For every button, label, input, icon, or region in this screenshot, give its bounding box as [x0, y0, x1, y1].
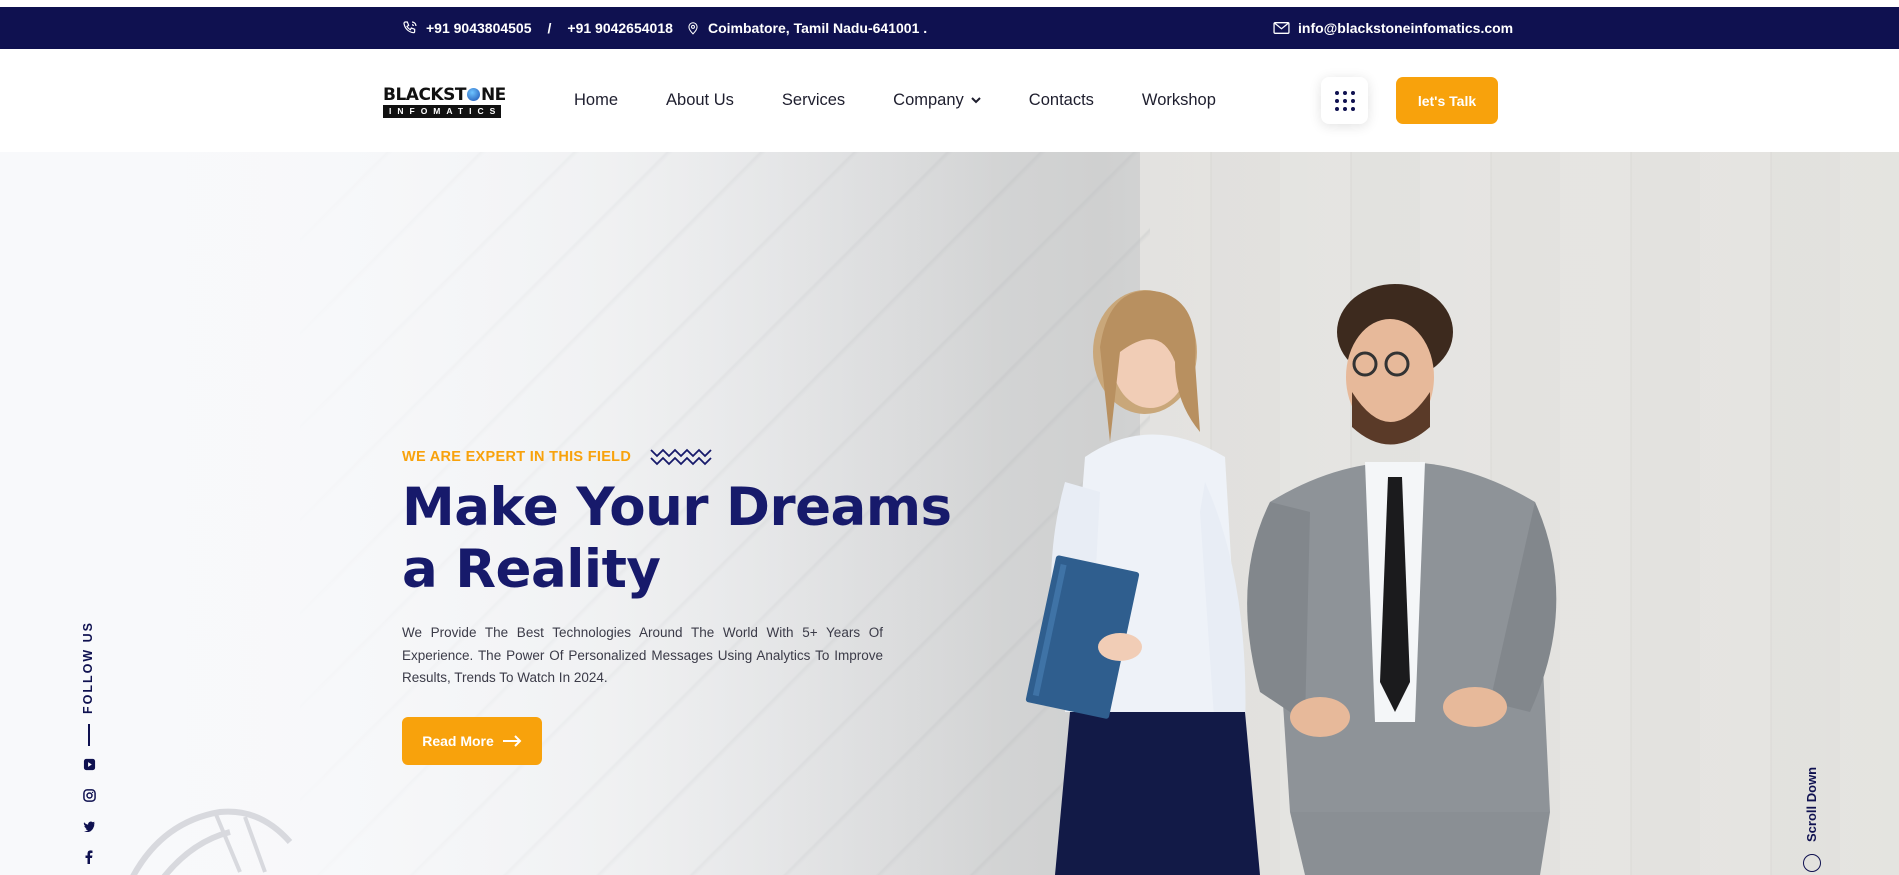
follow-divider [88, 724, 90, 746]
location-icon [688, 22, 698, 35]
woman-figure [1025, 290, 1260, 875]
scroll-down-label: Scroll Down [1804, 766, 1819, 842]
hero-kicker: WE ARE EXPERT IN THIS FIELD [402, 449, 632, 465]
top-strip [0, 0, 1899, 7]
hero-description: We Provide The Best Technologies Around … [402, 625, 883, 685]
address-text: Coimbatore, Tamil Nadu-641001 . [708, 20, 928, 36]
decorative-shape [130, 808, 293, 875]
nav-workshop[interactable]: Workshop [1142, 91, 1216, 110]
man-figure [1247, 284, 1557, 875]
logo-text-part-2: NE [480, 85, 506, 105]
nav-company-label: Company [893, 91, 964, 109]
youtube-icon[interactable] [81, 756, 97, 772]
arrow-right-icon [502, 735, 522, 747]
phone-number-1[interactable]: +91 9043804505 [426, 20, 532, 36]
nav-home[interactable]: Home [574, 91, 618, 110]
nav-about-us[interactable]: About Us [666, 91, 734, 110]
nav-company[interactable]: Company [893, 91, 981, 110]
read-more-button[interactable]: Read More [402, 717, 542, 765]
top-contact-bar: +91 9043804505 / +91 9042654018 Coimbato… [0, 7, 1899, 49]
hero-section: FOLLOW US WE ARE EXPERT IN THIS FIELD Ma… [0, 152, 1899, 875]
hero-people-image [1025, 284, 1557, 875]
phone-contact: +91 9043804505 / +91 9042654018 [402, 7, 673, 49]
zigzag-decoration-icon [650, 448, 712, 466]
read-more-label: Read More [422, 733, 494, 749]
mail-icon [1273, 22, 1290, 34]
hero-headline-line-1: Make Your Dreams [402, 477, 952, 538]
follow-us-label: FOLLOW US [81, 621, 95, 714]
lets-talk-button[interactable]: let's Talk [1396, 77, 1498, 124]
phone-icon [403, 21, 417, 34]
address-contact: Coimbatore, Tamil Nadu-641001 . [686, 7, 927, 49]
scroll-down-indicator[interactable]: Scroll Down [1800, 762, 1824, 875]
logo-wordmark: BLACKST NE [383, 85, 506, 105]
phone-separator: / [547, 20, 552, 36]
globe-icon [466, 88, 480, 101]
grid-menu-icon[interactable] [1321, 77, 1368, 124]
instagram-icon[interactable] [81, 787, 97, 803]
email-contact[interactable]: info@blackstoneinfomatics.com [1273, 7, 1513, 49]
twitter-icon[interactable] [81, 818, 97, 834]
main-header: BLACKST NE INFOMATICS Home About Us Servi… [0, 49, 1899, 152]
logo-subtitle: INFOMATICS [383, 105, 501, 118]
scroll-down-icon [1803, 854, 1821, 872]
phone-number-2[interactable]: +91 9042654018 [567, 20, 673, 36]
nav-services[interactable]: Services [782, 91, 845, 110]
hero-headline: Make Your Dreams a Reality [402, 477, 962, 601]
follow-us-bar: FOLLOW US [78, 621, 100, 865]
hero-headline-line-2: a Reality [402, 539, 661, 600]
chevron-down-icon [971, 97, 981, 104]
brand-logo[interactable]: BLACKST NE INFOMATICS [383, 85, 506, 119]
logo-text-part-1: BLACKST [383, 85, 466, 105]
facebook-icon[interactable] [81, 849, 97, 865]
main-nav: Home About Us Services Company Contacts … [574, 49, 1216, 152]
email-link[interactable]: info@blackstoneinfomatics.com [1298, 20, 1513, 36]
nav-contacts[interactable]: Contacts [1029, 91, 1094, 110]
